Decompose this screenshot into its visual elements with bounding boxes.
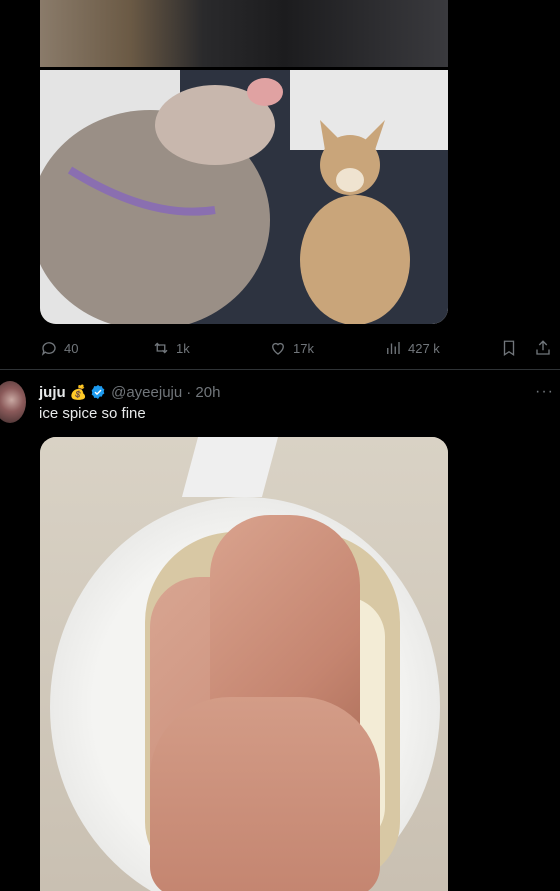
share-icon xyxy=(536,340,550,355)
views-button[interactable]: 427 k xyxy=(384,338,440,358)
reply-icon xyxy=(41,342,56,356)
timestamp[interactable]: · 20h xyxy=(186,384,220,401)
ham-slice-bottom xyxy=(150,697,380,891)
napkin xyxy=(181,437,279,497)
tweet-divider xyxy=(0,369,560,370)
display-name[interactable]: juju xyxy=(39,384,66,401)
views-icon xyxy=(387,342,400,354)
reply-count: 40 xyxy=(64,340,79,356)
handle[interactable]: @ayeejuju xyxy=(111,384,182,401)
repost-icon xyxy=(154,342,168,354)
like-count: 17k xyxy=(293,340,314,356)
tweet1-image-top[interactable] xyxy=(40,0,448,67)
tweet-text: ice spice so fine xyxy=(39,405,146,422)
verified-badge-icon xyxy=(91,385,105,399)
bookmark-icon xyxy=(503,340,515,357)
share-button[interactable] xyxy=(534,338,552,358)
tweet1-action-bar: 40 1k 17k 427 k xyxy=(40,338,552,358)
like-button[interactable]: 17k xyxy=(269,338,314,358)
tweet1-media-grid[interactable] xyxy=(40,0,448,324)
avatar[interactable] xyxy=(0,381,26,423)
tweet2-image-sandwich[interactable] xyxy=(40,437,448,891)
money-bag-emoji: 💰 xyxy=(69,383,88,400)
bookmark-button[interactable] xyxy=(500,338,518,358)
repost-count: 1k xyxy=(176,340,190,356)
tweet1-image-pig-and-dog[interactable] xyxy=(40,70,448,324)
views-count: 427 k xyxy=(408,340,440,356)
heart-icon xyxy=(272,342,284,355)
more-options-icon[interactable]: ··· xyxy=(535,383,554,401)
repost-button[interactable]: 1k xyxy=(152,338,190,358)
tweet2-header: juju 💰 @ayeejuju · 20h xyxy=(39,383,220,401)
reply-button[interactable]: 40 xyxy=(40,338,78,358)
pig-dog-illustration xyxy=(40,70,448,324)
